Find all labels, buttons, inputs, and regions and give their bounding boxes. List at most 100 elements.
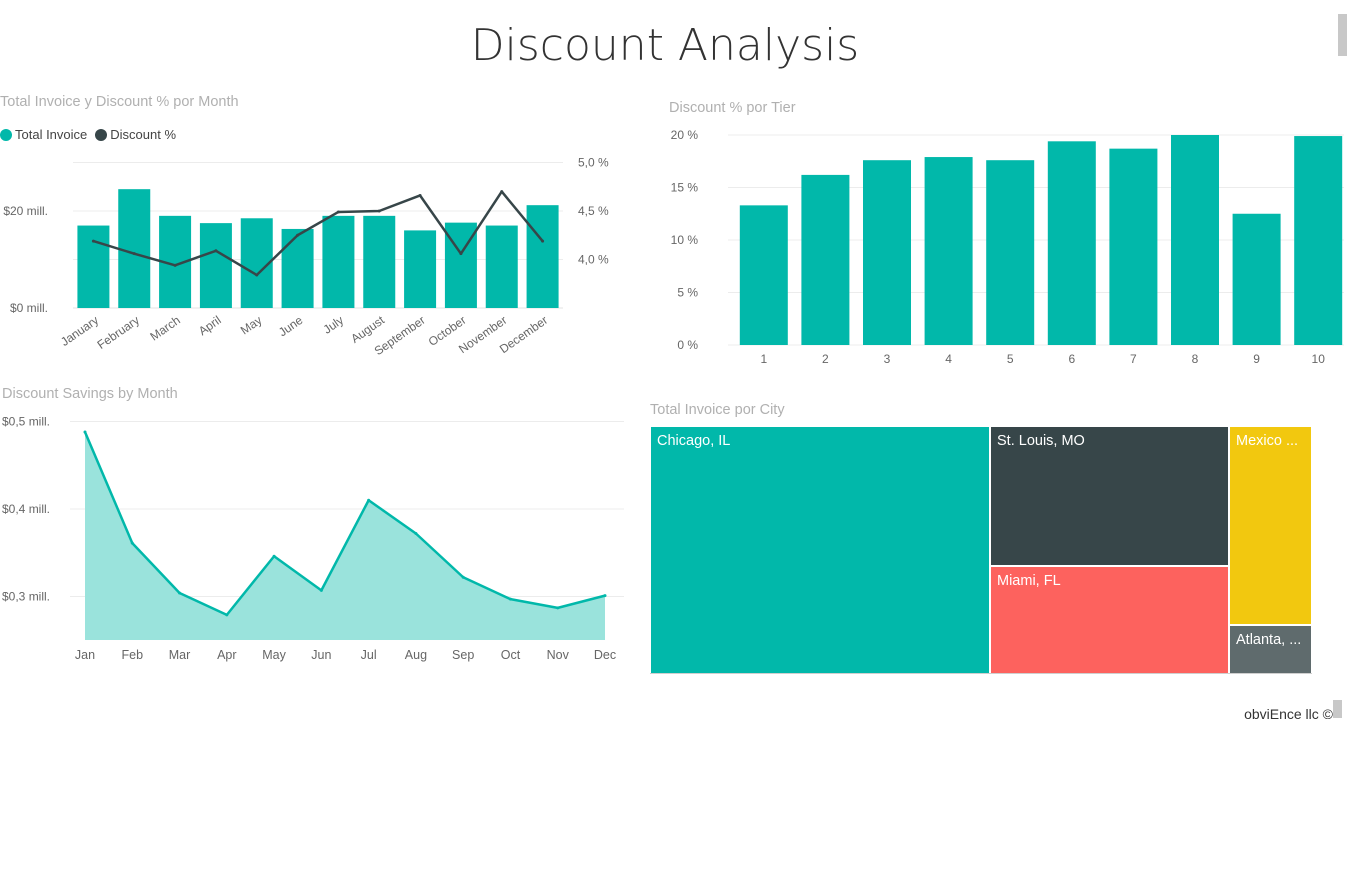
footer-copyright: obviEnce llc © xyxy=(1244,706,1333,719)
bar-total-invoice-december xyxy=(526,205,559,308)
point-discount-pct-august xyxy=(377,209,381,213)
x-tick-label-apr: Apr xyxy=(217,648,236,662)
point-discount-pct-july xyxy=(336,210,340,214)
x-tick-label-jan: Jan xyxy=(75,648,95,662)
page-title: Discount Analysis xyxy=(470,20,860,71)
scrollbar-thumb-lower[interactable] xyxy=(1333,700,1342,718)
point-discount-pct-september xyxy=(418,193,422,197)
x-tick-label-mar: Mar xyxy=(169,648,191,662)
bar-total-invoice-january xyxy=(77,225,110,308)
point-discount-savings-dec xyxy=(603,594,607,598)
x-tick-label-3: 3 xyxy=(884,352,891,366)
point-discount-savings-apr xyxy=(225,613,229,617)
x-tick-label-january: January xyxy=(58,313,101,349)
x-tick-label-june: June xyxy=(276,313,306,340)
chart-discount-by-tier[interactable]: 0 % 5 % 10 % 15 % 20 % 1 2 3 4 5 6 7 8 9 10 xyxy=(660,125,1347,375)
x-tick-label-nov: Nov xyxy=(547,648,570,662)
treemap-baseline xyxy=(650,673,1312,674)
point-discount-savings-mar xyxy=(178,591,182,595)
treemap-label-st-louis: St. Louis, MO xyxy=(997,433,1085,449)
treemap-cell-chicago[interactable]: Chicago, IL xyxy=(650,426,990,674)
y-tick-label-left: $20 mill. xyxy=(3,204,48,218)
x-tick-label-aug: Aug xyxy=(405,648,427,662)
legend-swatch-discount-pct xyxy=(95,128,108,141)
scrollbar-thumb[interactable] xyxy=(1338,14,1347,56)
bar-total-invoice-april xyxy=(199,223,232,308)
x-tick-label-8: 8 xyxy=(1192,352,1199,366)
bar-tier-2 xyxy=(801,174,850,345)
point-discount-pct-may xyxy=(255,273,259,277)
point-discount-savings-sep xyxy=(461,575,465,579)
bar-total-invoice-november xyxy=(485,225,518,308)
x-tick-label-sep: Sep xyxy=(452,648,474,662)
y-tick-label: 10 % xyxy=(671,233,699,247)
y-tick-label-right: 4,0 % xyxy=(578,253,609,267)
treemap-label-atlanta: Atlanta, ... xyxy=(1236,632,1302,648)
x-tick-label-5: 5 xyxy=(1007,352,1014,366)
point-discount-savings-feb xyxy=(130,541,134,545)
x-tick-label-jul: Jul xyxy=(361,648,377,662)
y-tick-label: 20 % xyxy=(671,128,699,142)
x-tick-label-may: May xyxy=(262,648,286,662)
point-discount-savings-oct xyxy=(508,597,512,601)
area-discount-savings xyxy=(85,432,605,640)
bar-tier-9 xyxy=(1232,213,1281,345)
x-tick-label-7: 7 xyxy=(1130,352,1137,366)
point-discount-pct-february xyxy=(132,252,136,256)
x-tick-label-6: 6 xyxy=(1068,352,1075,366)
y-tick-label-right: 4,5 % xyxy=(578,204,609,218)
chart-title-invoice-discount: Total Invoice y Discount % por Month xyxy=(0,94,239,110)
x-tick-label-feb: Feb xyxy=(121,648,143,662)
x-tick-label-4: 4 xyxy=(945,352,952,366)
x-tick-label-march: March xyxy=(147,313,182,344)
point-discount-savings-aug xyxy=(414,532,418,535)
x-tick-label-april: April xyxy=(196,313,224,338)
x-tick-label-1: 1 xyxy=(760,352,767,366)
treemap-label-chicago: Chicago, IL xyxy=(657,433,731,449)
treemap-cell-atlanta[interactable]: Atlanta, ... xyxy=(1229,625,1312,674)
bar-total-invoice-july xyxy=(322,215,355,308)
bar-tier-7 xyxy=(1109,148,1158,345)
point-discount-savings-jan xyxy=(83,430,87,434)
chart-title-invoice-by-city: Total Invoice por City xyxy=(650,402,785,418)
point-discount-pct-june xyxy=(296,233,300,237)
y-tick-label: 15 % xyxy=(671,181,699,195)
legend-label-discount-pct: Discount % xyxy=(110,127,177,142)
chart-title-discount-savings: Discount Savings by Month xyxy=(2,386,178,402)
treemap-label-miami: Miami, FL xyxy=(997,573,1061,589)
bar-total-invoice-june xyxy=(281,228,314,308)
x-tick-label-jun: Jun xyxy=(311,648,331,662)
bar-tier-6 xyxy=(1047,141,1096,345)
chart-discount-savings-by-month[interactable]: $0,3 mill. $0,4 mill. $0,5 mill. Jan Feb Mar A… xyxy=(0,410,630,670)
bar-total-invoice-august xyxy=(363,215,396,308)
bar-tier-3 xyxy=(863,160,911,345)
point-discount-pct-march xyxy=(173,263,177,267)
point-discount-pct-november xyxy=(500,190,504,194)
chart-title-discount-by-tier: Discount % por Tier xyxy=(669,100,796,116)
legend-swatch-total-invoice xyxy=(0,128,12,141)
y-tick-label: 5 % xyxy=(677,286,698,300)
bar-tier-5 xyxy=(986,160,1035,345)
legend-item-discount-pct[interactable]: Discount % xyxy=(95,127,176,142)
x-tick-label-10: 10 xyxy=(1312,352,1326,366)
treemap-cell-miami[interactable]: Miami, FL xyxy=(990,566,1229,674)
bar-tier-8 xyxy=(1171,135,1219,345)
bar-tier-4 xyxy=(924,157,973,345)
point-discount-pct-october xyxy=(459,252,463,256)
treemap-cell-mexico[interactable]: Mexico ... xyxy=(1229,426,1312,625)
bar-total-invoice-february xyxy=(118,189,151,308)
y-tick-label-right: 5,0 % xyxy=(578,156,609,170)
legend-item-total-invoice[interactable]: Total Invoice xyxy=(0,127,87,142)
treemap-cell-st-louis[interactable]: St. Louis, MO xyxy=(990,426,1229,566)
chart-invoice-discount-by-month[interactable]: $0 mill. $20 mill. 4,0 % 4,5 % 5,0 % JanuaryF… xyxy=(0,150,620,360)
bar-total-invoice-september xyxy=(404,230,437,308)
y-tick-label: $0,3 mill. xyxy=(2,590,50,604)
point-discount-savings-nov xyxy=(556,606,560,610)
y-tick-label: 0 % xyxy=(677,338,698,352)
point-discount-savings-may xyxy=(272,554,276,558)
x-tick-label-may: May xyxy=(238,313,265,337)
footer-clip: obviEnce llc © xyxy=(1180,700,1333,719)
point-discount-pct-december xyxy=(541,239,545,243)
bar-tier-1 xyxy=(739,205,788,345)
x-tick-label-july: July xyxy=(321,313,347,337)
